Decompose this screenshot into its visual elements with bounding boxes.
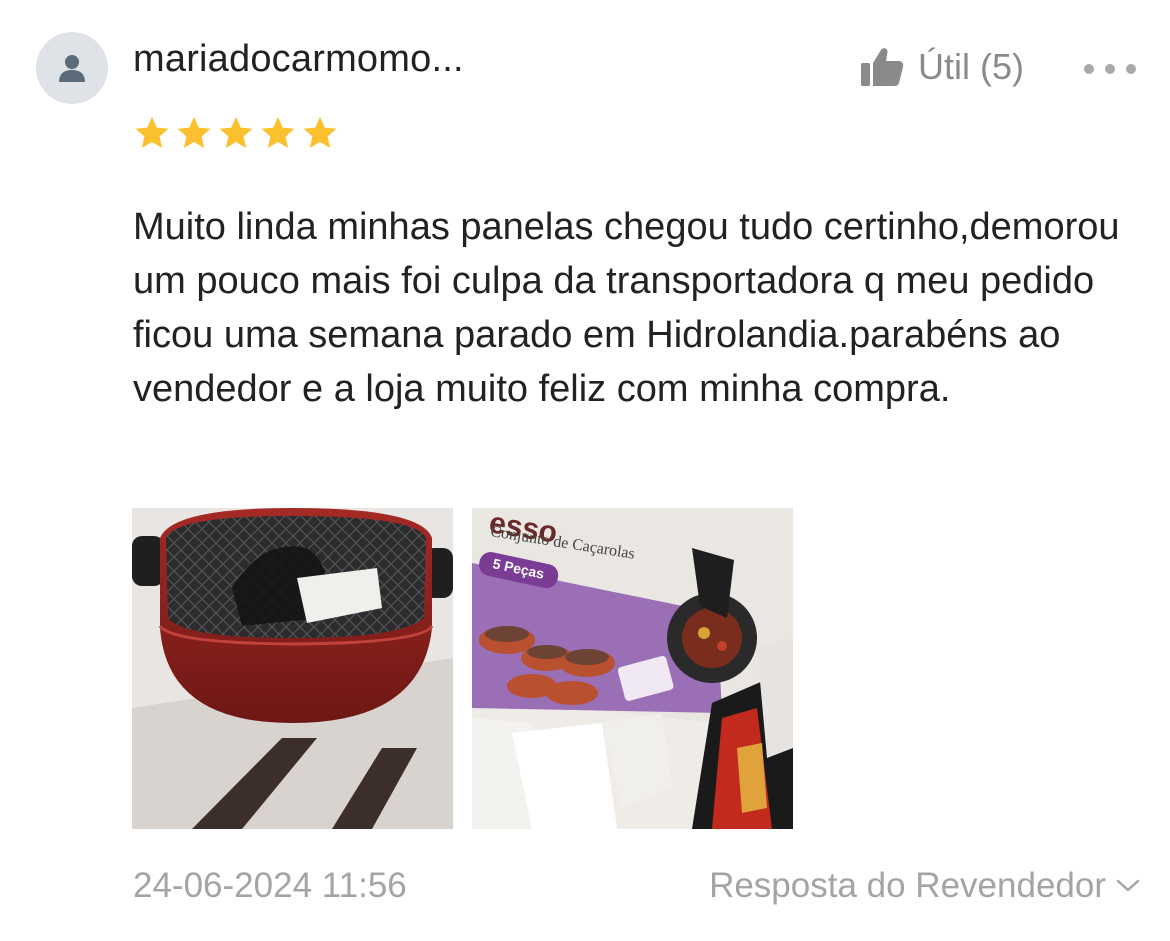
star-icon (135, 116, 169, 149)
more-dot-icon (1105, 64, 1115, 74)
review-photo-pot[interactable] (132, 508, 453, 829)
box-photo-image: esso Conjunto de Caçarolas 5 Peças (472, 508, 793, 829)
star-icon (261, 116, 295, 149)
review-date: 24-06-2024 11:56 (133, 866, 407, 905)
more-options-button[interactable] (1084, 58, 1136, 80)
more-dot-icon (1084, 64, 1094, 74)
chevron-down-icon (1116, 879, 1140, 892)
star-rating (133, 114, 339, 152)
helpful-label: Útil (5) (918, 46, 1024, 87)
review-card: mariadocarmomo... Útil (5) Muito linda m… (0, 0, 1170, 941)
star-icon (177, 116, 211, 149)
pot-photo-image (132, 508, 453, 829)
avatar[interactable] (36, 32, 108, 104)
seller-reply-toggle[interactable]: Resposta do Revendedor (709, 866, 1140, 906)
thumbs-up-icon (861, 48, 904, 86)
star-icon (219, 116, 253, 149)
helpful-button[interactable]: Útil (5) (860, 46, 1024, 88)
seller-reply-label: Resposta do Revendedor (709, 866, 1106, 905)
review-text: Muito linda minhas panelas chegou tudo c… (133, 206, 1120, 410)
review-photo-box[interactable]: esso Conjunto de Caçarolas 5 Peças (472, 508, 793, 829)
more-dot-icon (1126, 64, 1136, 74)
star-icon (303, 116, 337, 149)
reviewer-name[interactable]: mariadocarmomo... (133, 38, 464, 81)
user-icon (59, 55, 85, 82)
